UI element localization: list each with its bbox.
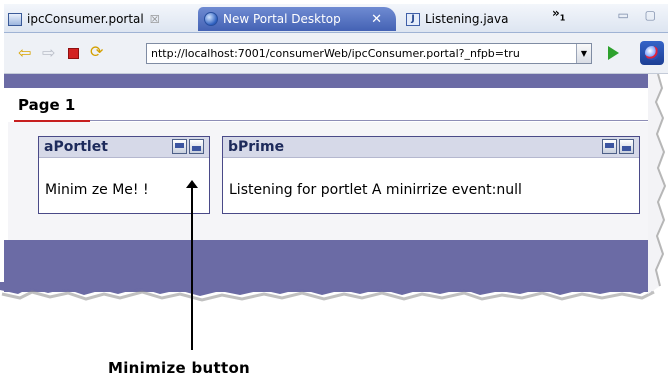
close-icon[interactable]: ✕ — [371, 12, 382, 27]
maximize-button[interactable] — [172, 139, 187, 154]
portlet-header: bPrime — [223, 137, 639, 158]
browser-globe-icon — [204, 12, 218, 26]
editor-tab-bar: ipcConsumer.portal ☒ New Portal Desktop … — [4, 4, 668, 33]
portlet-body-text: Minim ze Me! ! — [45, 182, 149, 198]
page-tab-page-1[interactable]: Page 1 — [18, 96, 75, 114]
portal-file-icon — [8, 12, 22, 26]
minimize-button[interactable] — [619, 139, 634, 154]
portlet-title: bPrime — [228, 139, 285, 155]
browser-toolbar: ⇦ ⇨ ⟳ nttp://localhost:7001/consumerWeb/… — [4, 33, 668, 74]
chevron-down-icon[interactable]: ▼ — [576, 44, 591, 63]
go-icon[interactable] — [608, 46, 619, 60]
overflow-count: 1 — [559, 13, 566, 23]
tab-ipcconsumer-portal[interactable]: ipcConsumer.portal ☒ — [8, 7, 160, 31]
chevron-right-icon: » — [552, 6, 560, 20]
portlet-area: aPortlet Minim ze Me! ! bPrime Listening… — [8, 122, 650, 240]
page-tab-rule — [90, 120, 650, 121]
portal-desktop-page: Page 1 aPortlet Minim ze Me! ! bPrime Li… — [4, 74, 652, 292]
callout-line — [191, 187, 193, 350]
minimize-button[interactable] — [189, 139, 204, 154]
back-arrow-icon[interactable]: ⇦ — [18, 43, 34, 62]
torn-edge-right — [648, 74, 667, 294]
window-controls[interactable]: ▭ ▢ — [618, 8, 663, 22]
tab-label: New Portal Desktop — [223, 12, 341, 26]
header-band — [4, 74, 652, 88]
portlet-body-text: Listening for portlet A minirrize event:… — [229, 182, 522, 198]
forward-arrow-icon[interactable]: ⇨ — [42, 43, 58, 62]
refresh-icon[interactable]: ⟳ — [90, 42, 106, 61]
stop-icon[interactable] — [68, 48, 79, 59]
tab-listening-java[interactable]: J Listening.java — [406, 7, 508, 31]
torn-edge-bottom — [0, 282, 655, 302]
url-field[interactable]: nttp://localhost:7001/consumerWeb/ipcCon… — [146, 43, 592, 64]
callout-label: Minimize button — [108, 359, 251, 377]
java-file-icon: J — [406, 12, 420, 26]
tab-label: Listening.java — [425, 12, 509, 26]
portlet-aportlet: aPortlet Minim ze Me! ! — [38, 136, 210, 214]
portlet-title: aPortlet — [44, 139, 108, 155]
web-browser-icon[interactable] — [640, 41, 664, 65]
tab-new-portal-desktop[interactable]: New Portal Desktop ✕ — [198, 7, 396, 31]
tab-overflow-button[interactable]: »1 — [552, 6, 565, 22]
url-text[interactable]: nttp://localhost:7001/consumerWeb/ipcCon… — [147, 47, 576, 60]
close-icon[interactable]: ☒ — [150, 13, 160, 26]
portlet-header: aPortlet — [39, 137, 209, 158]
portlet-bprime: bPrime Listening for portlet A minirrize… — [222, 136, 640, 214]
maximize-button[interactable] — [602, 139, 617, 154]
tab-label: ipcConsumer.portal — [27, 12, 144, 26]
